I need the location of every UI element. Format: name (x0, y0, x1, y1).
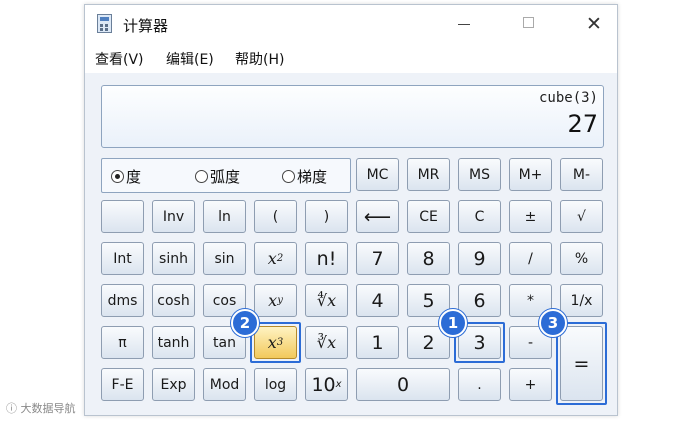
digit-0-button[interactable]: 0 (356, 368, 450, 401)
sinh-button[interactable]: sinh (152, 242, 195, 275)
ten-power-button[interactable]: 10 x (305, 368, 348, 401)
blank-button[interactable] (101, 200, 144, 233)
tanh-button[interactable]: tanh (152, 326, 195, 359)
sin-button[interactable]: sin (203, 242, 246, 275)
m-plus-button[interactable]: M+ (509, 158, 552, 191)
log-button[interactable]: log (254, 368, 297, 401)
radio-degrees[interactable]: 度 (111, 166, 141, 187)
add-button[interactable]: + (509, 368, 552, 401)
radio-selected-icon (111, 170, 124, 183)
digit-1-button[interactable]: 1 (356, 326, 399, 359)
mc-button[interactable]: MC (356, 158, 399, 191)
decimal-button[interactable]: . (458, 368, 501, 401)
calculator-window: 计算器 ✕ 查看(V) 编辑(E) 帮助(H) cube(3) 27 度 弧度 … (84, 4, 618, 416)
percent-button[interactable]: % (560, 242, 603, 275)
maximize-icon (523, 17, 534, 28)
mr-button[interactable]: MR (407, 158, 450, 191)
int-button[interactable]: Int (101, 242, 144, 275)
sqrt-button[interactable]: √ (560, 200, 603, 233)
radio-radians[interactable]: 弧度 (195, 166, 240, 187)
digit-7-button[interactable]: 7 (356, 242, 399, 275)
digit-8-button[interactable]: 8 (407, 242, 450, 275)
corner-watermark: ⓘ 大数据导航 (6, 402, 76, 415)
result-display: cube(3) 27 (101, 85, 604, 148)
minimize-button[interactable] (441, 5, 487, 43)
title-bar: 计算器 ✕ (85, 5, 617, 43)
cube-root-button[interactable]: ∛x (305, 326, 348, 359)
left-paren-button[interactable]: ( (254, 200, 297, 233)
right-paren-button[interactable]: ) (305, 200, 348, 233)
close-button[interactable]: ✕ (571, 5, 617, 43)
backspace-button[interactable]: ⟵ (356, 200, 399, 233)
radio-empty-icon (282, 170, 295, 183)
callout-box-equals (556, 322, 607, 405)
inv-button[interactable]: Inv (152, 200, 195, 233)
maximize-button[interactable] (506, 5, 552, 43)
ce-button[interactable]: CE (407, 200, 450, 233)
dms-button[interactable]: dms (101, 284, 144, 317)
ms-button[interactable]: MS (458, 158, 501, 191)
angle-mode-group: 度 弧度 梯度 (101, 158, 351, 193)
exp-button[interactable]: Exp (152, 368, 195, 401)
calculator-app-icon (97, 14, 112, 33)
menu-bar: 查看(V) 编辑(E) 帮助(H) (85, 43, 617, 73)
y-root-button[interactable]: ∜x (305, 284, 348, 317)
factorial-button[interactable]: n! (305, 242, 348, 275)
radio-empty-icon (195, 170, 208, 183)
pi-button[interactable]: π (101, 326, 144, 359)
callout-badge-2: 2 (231, 309, 259, 337)
divide-button[interactable]: / (509, 242, 552, 275)
mod-button[interactable]: Mod (203, 368, 246, 401)
menu-edit[interactable]: 编辑(E) (166, 49, 214, 69)
minimize-icon (458, 24, 470, 25)
callout-badge-1: 1 (439, 309, 467, 337)
digit-9-button[interactable]: 9 (458, 242, 501, 275)
plus-minus-button[interactable]: ± (509, 200, 552, 233)
radio-gradians[interactable]: 梯度 (282, 166, 327, 187)
callout-badge-3: 3 (539, 309, 567, 337)
power-button[interactable]: xy (254, 284, 297, 317)
clear-button[interactable]: C (458, 200, 501, 233)
digit-6-button[interactable]: 6 (458, 284, 501, 317)
ln-button[interactable]: ln (203, 200, 246, 233)
square-button[interactable]: x2 (254, 242, 297, 275)
digit-4-button[interactable]: 4 (356, 284, 399, 317)
reciprocal-button[interactable]: 1/x (560, 284, 603, 317)
cosh-button[interactable]: cosh (152, 284, 195, 317)
fe-button[interactable]: F-E (101, 368, 144, 401)
m-minus-button[interactable]: M- (560, 158, 603, 191)
menu-view[interactable]: 查看(V) (95, 49, 144, 69)
expression-text: cube(3) (538, 90, 598, 106)
menu-help[interactable]: 帮助(H) (235, 49, 284, 69)
window-title: 计算器 (123, 17, 169, 35)
result-value: 27 (567, 110, 598, 138)
